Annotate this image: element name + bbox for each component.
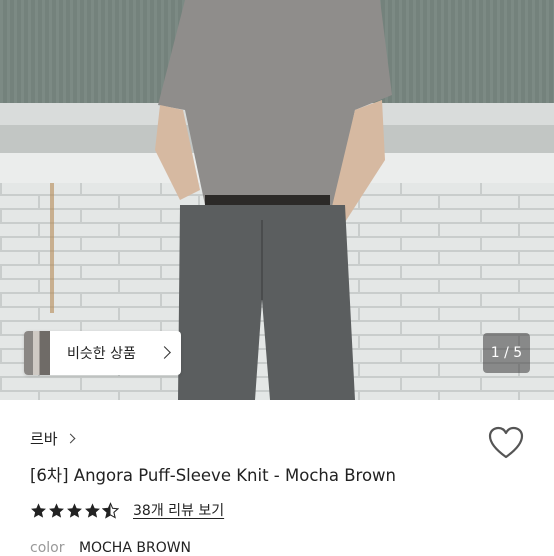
- similar-products-label: 비슷한 상품: [67, 346, 136, 362]
- similar-products-button[interactable]: 비슷한 상품: [24, 331, 181, 375]
- product-info: 르바 [6차] Angora Puff-Sleeve Knit - Mocha …: [0, 400, 554, 556]
- image-counter: 1 / 5: [483, 333, 530, 373]
- rating-row: 38개 리뷰 보기: [30, 500, 224, 520]
- half-star-icon: [102, 501, 119, 519]
- chevron-right-icon: [65, 433, 76, 444]
- reviews-link[interactable]: 38개 리뷰 보기: [133, 500, 224, 520]
- star-rating: [30, 501, 119, 519]
- product-title: [6차] Angora Puff-Sleeve Knit - Mocha Bro…: [30, 466, 396, 485]
- star-icon: [67, 502, 82, 518]
- similar-thumbnail: [24, 331, 50, 375]
- star-icon: [31, 502, 46, 518]
- star-icon: [49, 502, 64, 518]
- chevron-right-icon: [158, 346, 171, 359]
- shop-link[interactable]: 르바: [30, 428, 76, 449]
- heart-icon[interactable]: [488, 426, 524, 460]
- shop-name: 르바: [30, 430, 58, 448]
- product-photo[interactable]: 비슷한 상품 1 / 5: [0, 0, 554, 400]
- star-icon: [85, 502, 100, 518]
